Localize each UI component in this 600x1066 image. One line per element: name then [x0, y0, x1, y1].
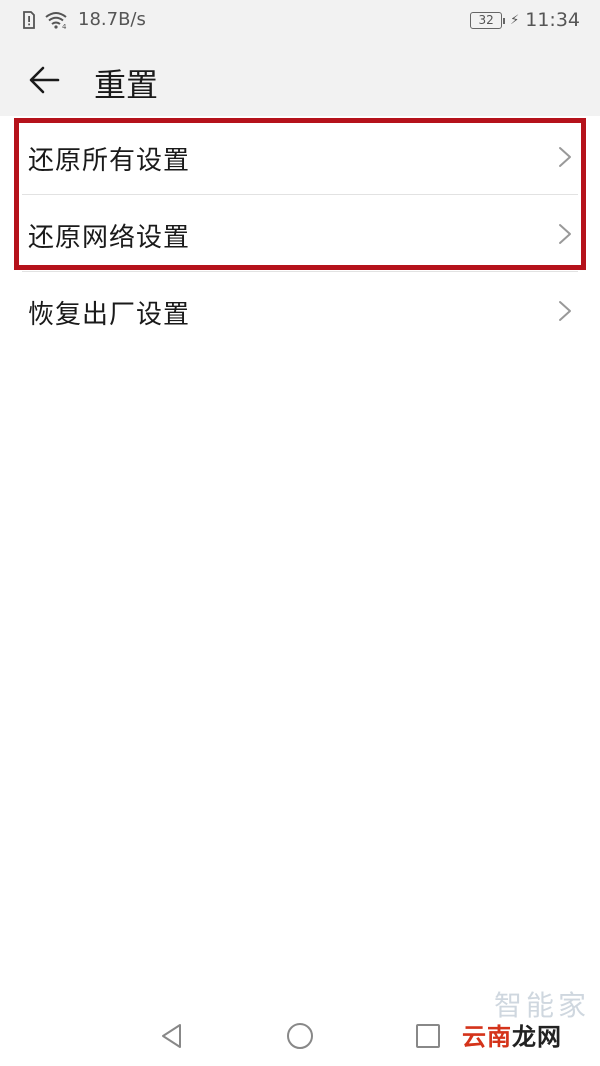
chevron-right-icon: [559, 147, 571, 167]
svg-text:4: 4: [62, 23, 67, 29]
network-speed: 18.7B/s: [78, 9, 146, 30]
list-item-factory-reset[interactable]: 恢复出厂设置: [0, 272, 600, 349]
home-circle-icon[interactable]: [284, 1020, 316, 1052]
list-item-restore-all-settings[interactable]: 还原所有设置: [0, 118, 600, 195]
status-left: 4 18.7B/s: [22, 9, 146, 30]
list-item-label: 还原网络设置: [28, 223, 191, 253]
chevron-right-icon: [559, 224, 571, 244]
watermark-black: 龙网: [512, 1023, 562, 1051]
list-item-restore-network-settings[interactable]: 还原网络设置: [0, 195, 600, 272]
charging-icon: ⚡: [510, 12, 520, 28]
back-triangle-icon[interactable]: [156, 1020, 188, 1052]
chevron-right-icon: [559, 301, 571, 321]
wifi-icon: 4: [45, 11, 67, 29]
list-item-label: 恢复出厂设置: [28, 300, 191, 330]
status-right: 32 ⚡ 11:34: [470, 9, 580, 31]
back-arrow-icon[interactable]: [22, 58, 66, 102]
app-header: 重置: [0, 40, 600, 116]
battery-icon: 32: [470, 11, 506, 29]
clock: 11:34: [525, 9, 580, 31]
sim-alert-icon: [23, 10, 35, 29]
battery-level: 32: [478, 13, 494, 27]
recent-square-icon[interactable]: [412, 1020, 444, 1052]
watermark-main: 云南龙网: [462, 1017, 562, 1052]
settings-list: 还原所有设置 还原网络设置 恢复出厂设置: [0, 118, 600, 349]
list-item-label: 还原所有设置: [28, 146, 191, 176]
watermark-red: 云南: [462, 1023, 512, 1051]
page-title: 重置: [94, 66, 159, 104]
status-bar: 4 18.7B/s 32 ⚡ 11:34: [0, 0, 600, 40]
